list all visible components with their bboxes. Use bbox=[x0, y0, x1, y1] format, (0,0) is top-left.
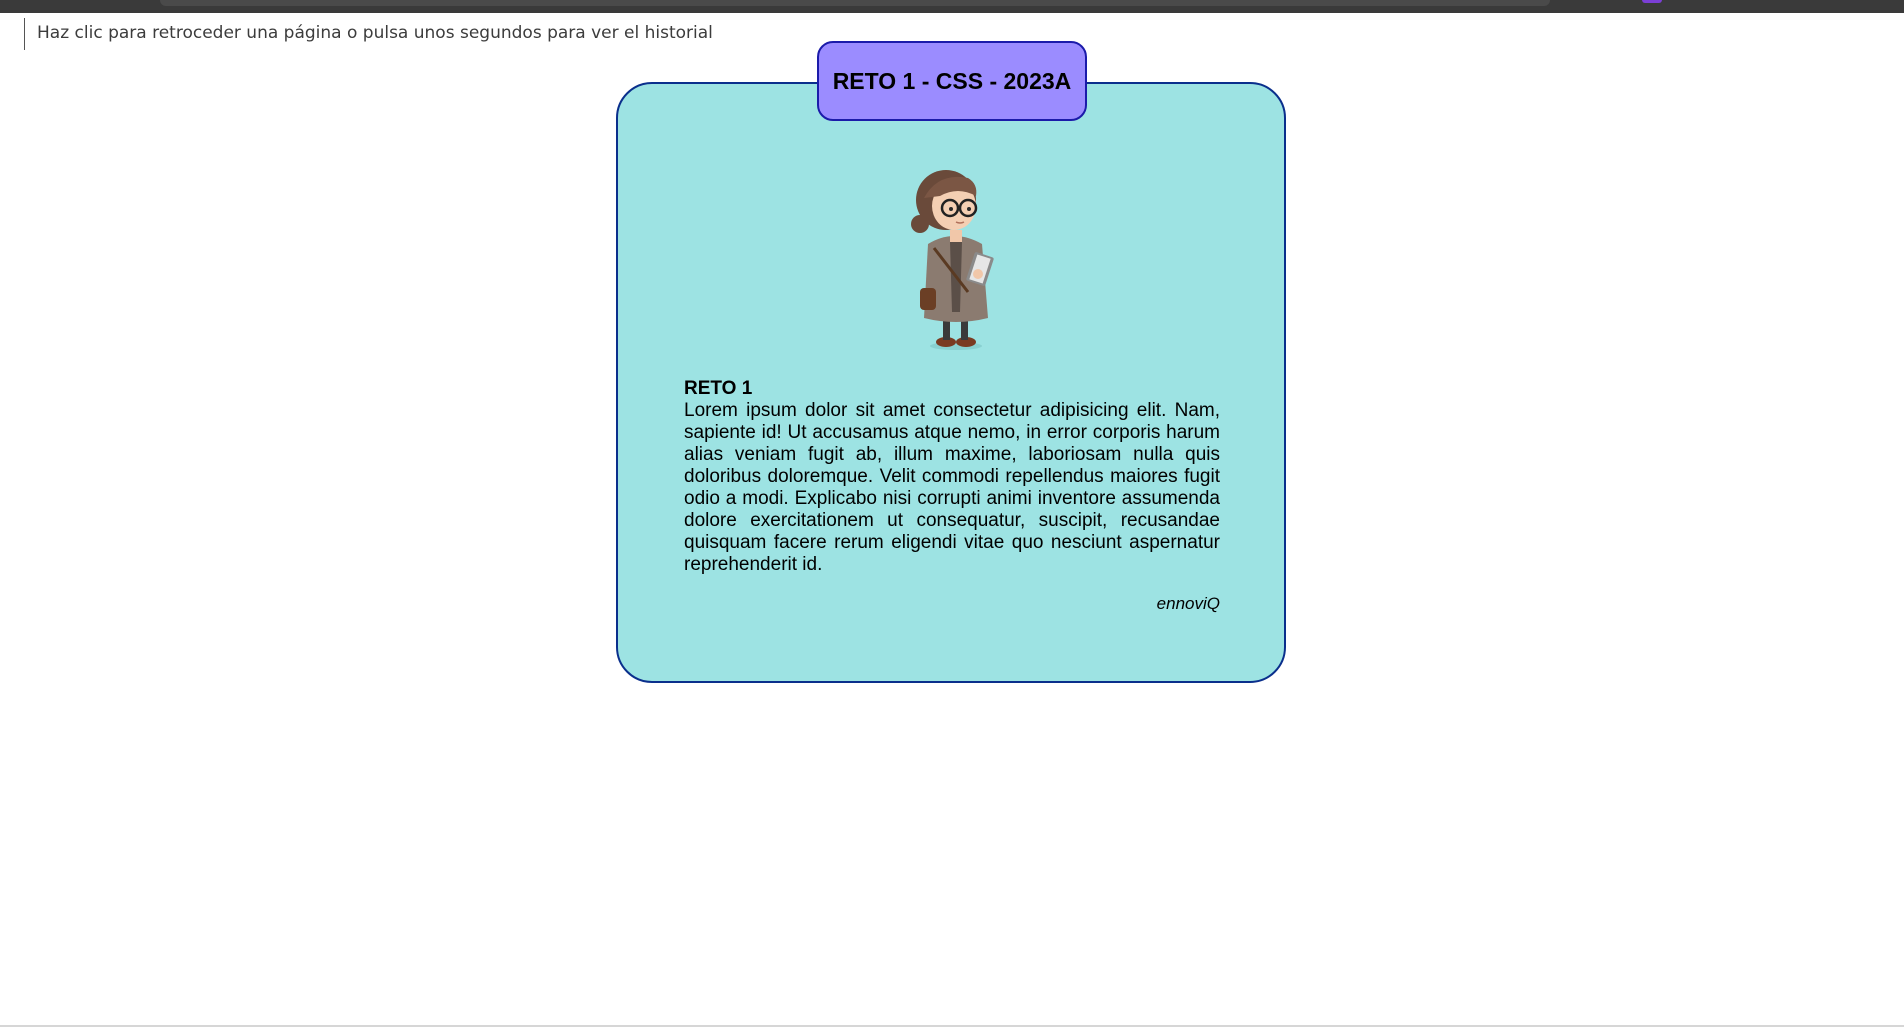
figure-bag bbox=[920, 288, 936, 310]
back-button-tooltip: Haz clic para retroceder una página o pu… bbox=[24, 18, 713, 50]
figure-hand bbox=[973, 269, 983, 279]
card-title: RETO 1 - CSS - 2023A bbox=[832, 67, 1072, 94]
card-content: RETO 1 Lorem ipsum dolor sit amet consec… bbox=[684, 378, 1220, 614]
card-heading: RETO 1 bbox=[684, 378, 753, 399]
card-title-tab: RETO 1 - CSS - 2023A bbox=[817, 41, 1087, 121]
figure-eye-right bbox=[967, 207, 971, 211]
browser-toolbar-edge bbox=[0, 0, 1904, 13]
figure-neck bbox=[950, 230, 962, 242]
extension-icon[interactable] bbox=[1642, 0, 1662, 3]
card-body-text: Lorem ipsum dolor sit amet consectetur a… bbox=[684, 400, 1220, 575]
character-illustration bbox=[911, 170, 994, 350]
address-bar-edge[interactable] bbox=[160, 0, 1550, 6]
card-signature: ennoviQ bbox=[1156, 594, 1220, 613]
figure-eye-left bbox=[949, 207, 953, 211]
